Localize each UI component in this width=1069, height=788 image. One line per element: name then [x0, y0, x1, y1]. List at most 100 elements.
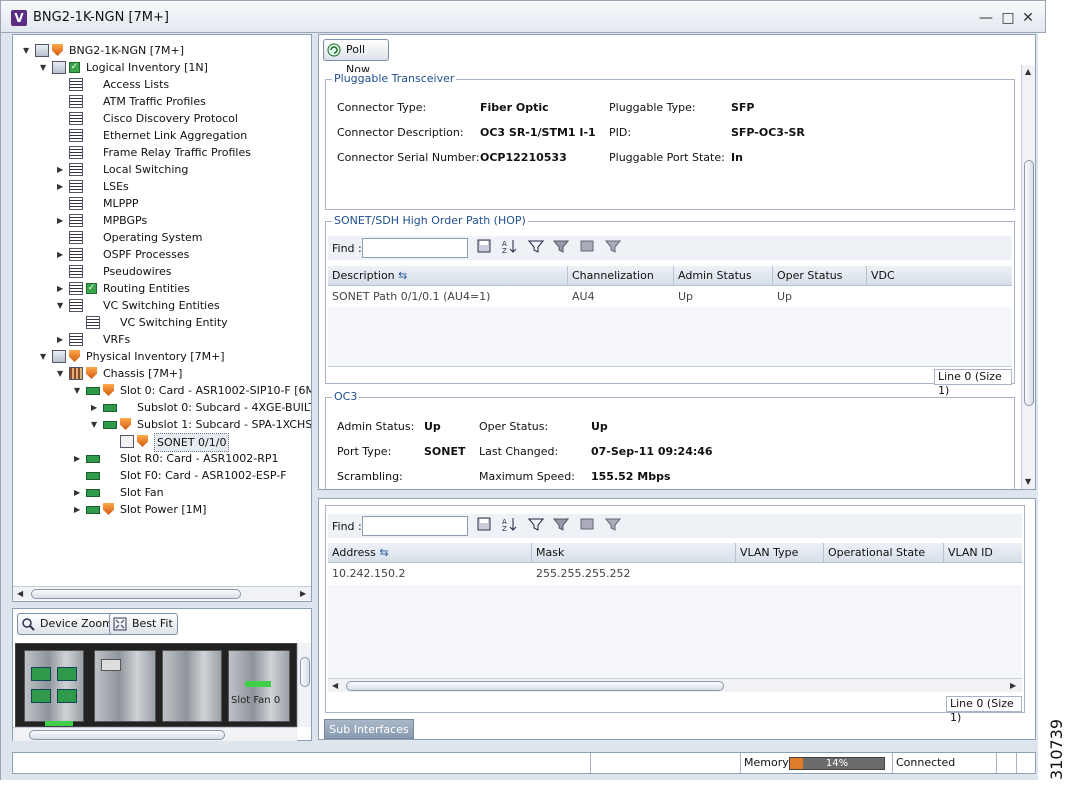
- show-filter-icon[interactable]: [605, 238, 621, 254]
- zoom-vscroll-thumb[interactable]: [300, 657, 310, 687]
- scroll-up-icon[interactable]: ▲: [1025, 67, 1031, 76]
- advanced-filter-icon[interactable]: [553, 238, 569, 254]
- expanded-icon[interactable]: ▼: [40, 348, 48, 365]
- show-filter-icon[interactable]: [605, 516, 621, 532]
- tree-node[interactable]: ▼ Subslot 1: Subcard - SPA-1XCHSTM1/OC3: [13, 416, 311, 433]
- hop-col-admin-status[interactable]: Admin Status: [674, 266, 773, 286]
- minimize-button[interactable]: —: [977, 9, 995, 27]
- inventory-tree[interactable]: ▼ BNG2-1K-NGN [7M+] ▼ ✓ Logical Inventory [1…: [12, 34, 312, 602]
- tree-node[interactable]: ▶ Subslot 0: Subcard - 4XGE-BUILT-IN: [13, 399, 311, 416]
- collapsed-icon[interactable]: ▶: [74, 450, 82, 467]
- subif-hscroll-thumb[interactable]: [346, 681, 724, 691]
- slot-image-0[interactable]: [24, 650, 84, 726]
- maximize-button[interactable]: □: [999, 9, 1017, 27]
- tree-node[interactable]: ▶ OSPF Processes: [13, 246, 311, 263]
- filter-icon[interactable]: [528, 238, 544, 254]
- hop-col-vdc[interactable]: VDC: [867, 266, 1012, 286]
- subif-col-vlan-type[interactable]: VLAN Type: [736, 543, 824, 563]
- scroll-left-icon[interactable]: ◀: [332, 681, 338, 690]
- tree-node[interactable]: ATM Traffic Profiles: [13, 93, 311, 110]
- tree-node[interactable]: ▶ Slot R0: Card - ASR1002-RP1: [13, 450, 311, 467]
- zoom-hscrollbar[interactable]: [13, 727, 297, 741]
- scroll-left-icon[interactable]: ◀: [17, 589, 23, 598]
- tree-node[interactable]: Cisco Discovery Protocol: [13, 110, 311, 127]
- zoom-vscrollbar[interactable]: [297, 643, 311, 727]
- subif-find-input[interactable]: [362, 516, 468, 536]
- tree-node[interactable]: ▶ Slot Power [1M]: [13, 501, 311, 518]
- tree-node[interactable]: ▶ LSEs: [13, 178, 311, 195]
- scroll-right-icon[interactable]: ▶: [300, 589, 306, 598]
- tree-node[interactable]: ▼ Physical Inventory [7M+]: [13, 348, 311, 365]
- tree-node[interactable]: Slot F0: Card - ASR1002-ESP-F: [13, 467, 311, 484]
- advanced-filter-icon[interactable]: [553, 516, 569, 532]
- tree-node[interactable]: ▼ VC Switching Entities: [13, 297, 311, 314]
- collapsed-icon[interactable]: ▶: [57, 161, 65, 178]
- subif-col-address[interactable]: Address ⇆: [328, 543, 532, 563]
- tree-node[interactable]: Frame Relay Traffic Profiles: [13, 144, 311, 161]
- expanded-icon[interactable]: ▼: [40, 59, 48, 76]
- expanded-icon[interactable]: ▼: [74, 382, 82, 399]
- collapsed-icon[interactable]: ▶: [74, 484, 82, 501]
- expanded-icon[interactable]: ▼: [23, 42, 31, 59]
- tab-sub-interfaces[interactable]: Sub Interfaces: [324, 719, 414, 739]
- collapsed-icon[interactable]: ▶: [57, 178, 65, 195]
- tree-node[interactable]: Pseudowires: [13, 263, 311, 280]
- scroll-right-icon[interactable]: ▶: [1010, 681, 1016, 690]
- hop-find-input[interactable]: [362, 238, 468, 258]
- slot-image-esp[interactable]: [162, 650, 222, 722]
- tree-node[interactable]: ▶ MPBGPs: [13, 212, 311, 229]
- slot-image-fan[interactable]: Slot Fan 0: [228, 650, 290, 722]
- tree-node[interactable]: VC Switching Entity: [13, 314, 311, 331]
- expanded-icon[interactable]: ▼: [57, 365, 65, 382]
- subif-col-operational-state[interactable]: Operational State: [824, 543, 944, 563]
- subif-col-mask[interactable]: Mask: [532, 543, 736, 563]
- clear-filter-icon[interactable]: [579, 238, 595, 254]
- tree-node[interactable]: MLPPP: [13, 195, 311, 212]
- export-icon[interactable]: [476, 516, 492, 532]
- slot-image-rp[interactable]: [94, 650, 156, 722]
- filter-icon[interactable]: [528, 516, 544, 532]
- tree-node[interactable]: Access Lists: [13, 76, 311, 93]
- tree-node[interactable]: ▶ Slot Fan: [13, 484, 311, 501]
- scroll-down-icon[interactable]: ▼: [1025, 477, 1031, 486]
- tree-hscroll-thumb[interactable]: [31, 589, 241, 599]
- expanded-icon[interactable]: ▼: [91, 416, 99, 433]
- subif-hscrollbar[interactable]: ◀ ▶: [328, 678, 1022, 692]
- tree-node[interactable]: Operating System: [13, 229, 311, 246]
- tree-node[interactable]: ▼ Slot 0: Card - ASR1002-SIP10-F [6M+]: [13, 382, 311, 399]
- properties-vscroll-thumb[interactable]: [1024, 160, 1034, 406]
- device-zoom-button[interactable]: Device Zoom: [17, 613, 118, 635]
- best-fit-button[interactable]: Best Fit: [109, 613, 178, 635]
- expanded-icon[interactable]: ▼: [57, 297, 65, 314]
- hop-col-oper-status[interactable]: Oper Status: [773, 266, 867, 286]
- zoom-hscroll-thumb[interactable]: [29, 730, 225, 740]
- export-icon[interactable]: [476, 238, 492, 254]
- tree-node[interactable]: SONET 0/1/0: [13, 433, 311, 452]
- tree-node[interactable]: ▶ ✓ Routing Entities: [13, 280, 311, 297]
- properties-vscrollbar[interactable]: ▲ ▼: [1021, 65, 1035, 489]
- table-row[interactable]: SONET Path 0/1/0.1 (AU4=1) AU4 Up Up: [328, 287, 1012, 307]
- clear-filter-icon[interactable]: [579, 516, 595, 532]
- tree-node[interactable]: Ethernet Link Aggregation: [13, 127, 311, 144]
- tree-node[interactable]: ▼ ✓ Logical Inventory [1N]: [13, 59, 311, 76]
- collapsed-icon[interactable]: ▶: [57, 331, 65, 348]
- table-row[interactable]: 10.242.150.2 255.255.255.252: [328, 564, 1022, 584]
- hop-col-description[interactable]: Description ⇆: [328, 266, 568, 286]
- collapsed-icon[interactable]: ▶: [57, 280, 65, 297]
- collapsed-icon[interactable]: ▶: [91, 399, 99, 416]
- sort-icon[interactable]: AZ: [501, 516, 517, 532]
- collapsed-icon[interactable]: ▶: [57, 212, 65, 229]
- poll-now-button[interactable]: Poll Now: [323, 39, 389, 76]
- tree-hscrollbar[interactable]: ◀ ▶: [13, 586, 311, 600]
- sort-icon[interactable]: AZ: [501, 238, 517, 254]
- subif-col-vlan-id[interactable]: VLAN ID: [944, 543, 1022, 563]
- collapsed-icon[interactable]: ▶: [57, 246, 65, 263]
- tree-node[interactable]: ▶ Local Switching: [13, 161, 311, 178]
- tree-node[interactable]: ▶ VRFs: [13, 331, 311, 348]
- hop-col-channelization[interactable]: Channelization: [568, 266, 674, 286]
- collapsed-icon[interactable]: ▶: [74, 501, 82, 518]
- close-button[interactable]: ✕: [1019, 9, 1037, 27]
- tree-node[interactable]: ▼ Chassis [7M+]: [13, 365, 311, 382]
- device-image[interactable]: Slot Fan 0: [15, 643, 297, 727]
- tree-node[interactable]: ▼ BNG2-1K-NGN [7M+]: [13, 42, 311, 59]
